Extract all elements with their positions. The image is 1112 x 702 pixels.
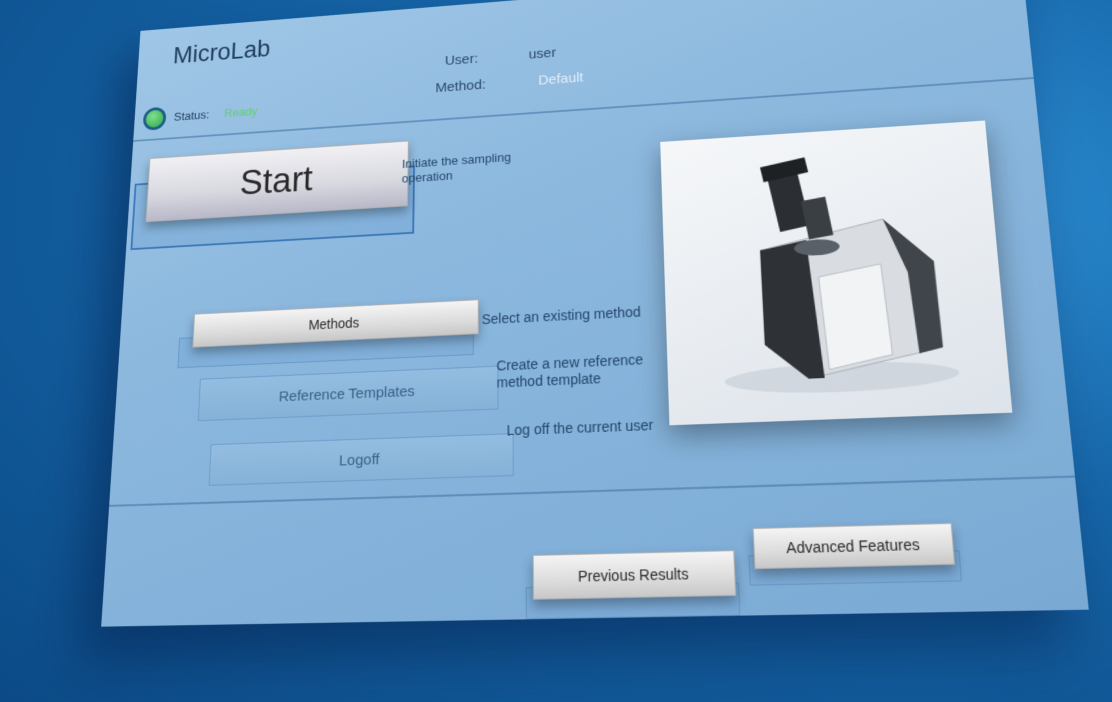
app-title: MicroLab	[172, 35, 271, 69]
logoff-button[interactable]: Logoff	[209, 433, 514, 486]
method-label: Method:	[435, 77, 485, 96]
logoff-description: Log off the current user	[507, 417, 654, 439]
method-value: Default	[538, 70, 583, 89]
instrument-image	[660, 121, 1012, 426]
advanced-features-button[interactable]: Advanced Features	[753, 523, 956, 569]
status-label: Status:	[174, 108, 210, 124]
spectrometer-image	[660, 121, 1012, 426]
status-indicator-icon	[143, 107, 167, 131]
status-value: Ready	[224, 104, 258, 120]
user-label: User:	[445, 51, 478, 68]
start-description: Initiate the sampling operation	[402, 147, 564, 187]
methods-description: Select an existing method	[482, 304, 641, 327]
reference-templates-description: Create a new reference method template	[496, 350, 668, 391]
user-value: user	[529, 45, 557, 62]
reference-templates-button[interactable]: Reference Templates	[198, 366, 499, 422]
previous-results-button[interactable]: Previous Results	[533, 550, 737, 600]
main-window: MicroLab User: user Method: Default Stat…	[101, 0, 1089, 627]
